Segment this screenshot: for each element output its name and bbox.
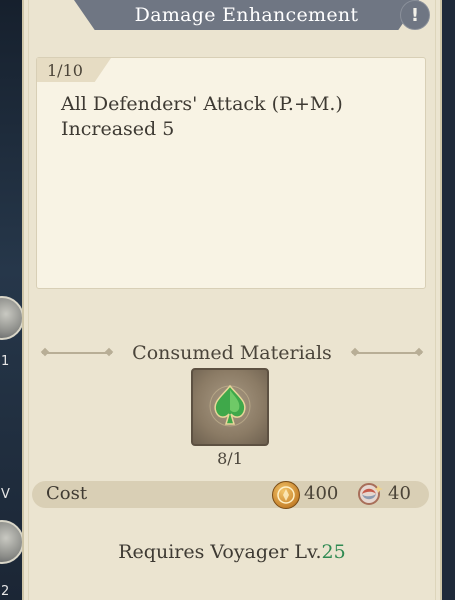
panel-title-bar: Damage Enhancement bbox=[74, 0, 419, 30]
level-text: 1/10 bbox=[47, 60, 83, 80]
gold-coin-icon bbox=[272, 481, 300, 509]
gold-cost-amount: 400 bbox=[304, 483, 339, 504]
swirl-token-icon bbox=[354, 481, 384, 507]
left-ornament bbox=[42, 352, 113, 354]
right-ornament bbox=[351, 352, 422, 354]
token-cost-amount: 40 bbox=[388, 483, 411, 504]
partial-skill-letter: V bbox=[1, 487, 10, 502]
panel-title: Damage Enhancement bbox=[134, 4, 359, 26]
cost-bar: Cost 400 40 bbox=[32, 481, 429, 509]
info-icon[interactable]: ! bbox=[400, 0, 430, 30]
cost-label: Cost bbox=[46, 483, 88, 504]
description-box: 1/10 All Defenders' Attack (P.+M.) Incre… bbox=[36, 57, 426, 289]
partial-skill-count-1: 1 bbox=[1, 354, 10, 369]
partial-skill-count-2: 2 bbox=[1, 584, 10, 599]
level-indicator: 1/10 bbox=[37, 58, 111, 82]
materials-heading-text: Consumed Materials bbox=[132, 342, 332, 364]
skill-detail-panel: Damage Enhancement ! 1/10 All Defenders'… bbox=[22, 0, 442, 600]
requirement-level: 25 bbox=[321, 541, 346, 563]
effect-description: All Defenders' Attack (P.+M.) Increased … bbox=[61, 93, 343, 140]
material-count: 8/1 bbox=[217, 449, 243, 468]
material-slot[interactable] bbox=[191, 368, 269, 446]
level-requirement: Requires Voyager Lv.25 bbox=[24, 541, 440, 563]
materials-heading: Consumed Materials bbox=[24, 340, 440, 366]
requirement-prefix: Requires Voyager Lv. bbox=[118, 541, 322, 563]
green-spade-crystal-icon bbox=[209, 384, 251, 427]
